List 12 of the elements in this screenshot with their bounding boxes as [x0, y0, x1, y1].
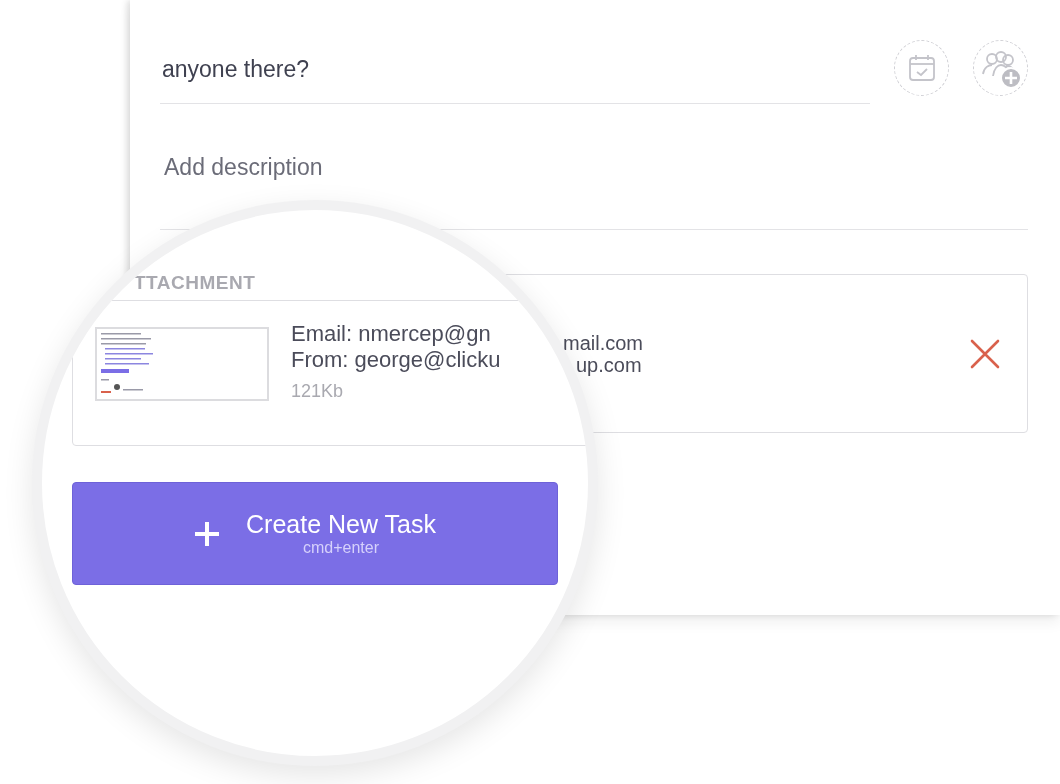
- attachment-detail-text: up.com: [576, 353, 643, 376]
- attachment-detail-text: From: george@clicku: [291, 347, 501, 373]
- create-task-button[interactable]: Create New Task cmd+enter: [72, 482, 558, 585]
- task-title-field[interactable]: anyone there?: [160, 38, 870, 104]
- plus-icon: [194, 520, 221, 547]
- description-field[interactable]: Add description: [164, 154, 323, 181]
- remove-icon[interactable]: [969, 337, 1001, 370]
- attachment-detail-text: Email: nmercep@gn: [291, 321, 492, 347]
- section-label: TTACHMENT: [134, 272, 257, 294]
- attachment-detail-text: mail.com: [563, 331, 644, 354]
- calendar-icon: [906, 53, 937, 83]
- file-size-text: 121Kb: [291, 381, 345, 402]
